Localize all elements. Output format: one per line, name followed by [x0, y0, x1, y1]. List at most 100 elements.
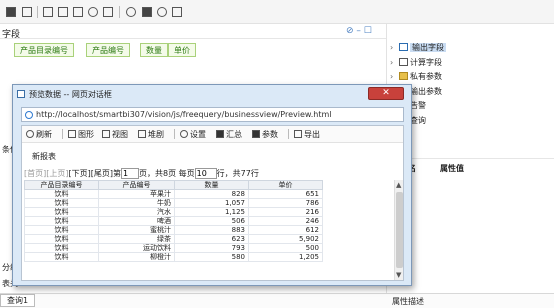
chart-icon[interactable]: [73, 7, 83, 17]
export-button[interactable]: 导出: [294, 129, 320, 140]
table-row[interactable]: 饮料 柳橙汁 580 1,205: [24, 252, 323, 262]
refresh-icon: [26, 130, 34, 138]
table-cell: 饮料: [24, 234, 99, 244]
url-text: http://localhost/smartbi307/vision/js/fr…: [36, 110, 332, 119]
export-icon[interactable]: [172, 7, 182, 17]
col-header-product-id[interactable]: 产品编号: [98, 180, 175, 190]
table-cell: 5,902: [248, 234, 323, 244]
report-title: 新报表: [32, 152, 56, 161]
scroll-up-icon[interactable]: ▲: [396, 181, 401, 189]
table-cell: 啤酒: [98, 216, 175, 226]
filter-icon: [399, 43, 408, 51]
table-cell: 216: [248, 207, 323, 217]
table-cell: 623: [174, 234, 249, 244]
table-cell: 苹果汁: [98, 189, 175, 199]
table-cell: 牛奶: [98, 198, 175, 208]
col-header-category-id[interactable]: 产品目录编号: [24, 180, 99, 190]
table-row[interactable]: 饮料 苹果汁 828 651: [24, 189, 323, 199]
summary-button[interactable]: 汇总: [216, 129, 242, 140]
preview-dialog: 预览数据 -- 网页对话框 ✕ http://localhost/smartbi…: [12, 84, 412, 286]
first-page-link[interactable]: [首页]: [24, 169, 46, 178]
vertical-scrollbar[interactable]: ▲ ▼: [394, 180, 403, 280]
table-cell: 1,125: [174, 207, 249, 217]
bottom-bar: [0, 293, 554, 308]
page-number-input[interactable]: [121, 168, 139, 179]
chart-button[interactable]: 图形: [68, 129, 94, 140]
table-cell: 1,205: [248, 252, 323, 262]
table-cell: 246: [248, 216, 323, 226]
table-cell: 饮料: [24, 198, 99, 208]
table-cell: 883: [174, 225, 249, 235]
layout-icon[interactable]: [43, 7, 53, 17]
table-row[interactable]: 饮料 啤酒 506 246: [24, 216, 323, 226]
view-button[interactable]: 视图: [102, 129, 128, 140]
params-button[interactable]: 参数: [252, 129, 278, 140]
panel-divider: [0, 38, 386, 39]
save-as-icon[interactable]: [22, 7, 32, 17]
rows-info: 行，共77行: [216, 169, 259, 178]
table-row[interactable]: 饮料 绿茶 623 5,902: [24, 234, 323, 244]
gear-icon: [180, 130, 188, 138]
tree-item-private-params[interactable]: › 私有参数: [390, 71, 442, 83]
field-chip-category-id[interactable]: 产品目录编号: [14, 43, 74, 57]
stack-button[interactable]: 堆剧: [138, 129, 164, 140]
scroll-thumb[interactable]: [396, 192, 403, 268]
field-chip-quantity[interactable]: 数量: [140, 43, 168, 57]
table-row[interactable]: 饮料 牛奶 1,057 786: [24, 198, 323, 208]
settings-button[interactable]: 设置: [180, 129, 206, 140]
window-icon: [17, 90, 25, 98]
table-cell: 793: [174, 243, 249, 253]
table-cell: 蜜桃汁: [98, 225, 175, 235]
table-cell: 饮料: [24, 189, 99, 199]
property-divider: [387, 158, 554, 159]
address-bar[interactable]: http://localhost/smartbi307/vision/js/fr…: [21, 107, 404, 122]
toolbar-divider: [174, 129, 175, 139]
close-button[interactable]: ✕: [368, 87, 404, 100]
property-description-label: 属性描述: [392, 297, 424, 306]
field-chip-unit-price[interactable]: 单价: [168, 43, 196, 57]
toolbar-divider: [37, 6, 38, 18]
table-cell: 汽水: [98, 207, 175, 217]
search-icon[interactable]: [126, 7, 136, 17]
table-body: 饮料 苹果汁 828 651 饮料 牛奶 1,057 786 饮料 汽水 1,125 216 饮料 啤酒 5…: [24, 189, 323, 262]
panel-window-controls[interactable]: ⊘ – ☐: [346, 26, 372, 36]
last-page-link[interactable]: [尾页]: [91, 169, 113, 178]
table-cell: 饮料: [24, 225, 99, 235]
table-cell: 柳橙汁: [98, 252, 175, 262]
table-cell: 506: [174, 216, 249, 226]
dialog-title: 预览数据 -- 网页对话框: [29, 90, 112, 99]
table-row[interactable]: 饮料 汽水 1,125 216: [24, 207, 323, 217]
table-cell: 786: [248, 198, 323, 208]
next-page-link[interactable]: [下页]: [69, 169, 91, 178]
settings-icon[interactable]: [88, 7, 98, 17]
refresh-button[interactable]: 刷新: [26, 129, 52, 140]
export-icon: [294, 130, 302, 138]
ie-icon: [25, 111, 33, 119]
rows-per-page-input[interactable]: [194, 168, 217, 179]
scroll-down-icon[interactable]: ▼: [396, 271, 401, 279]
col-header-unit-price[interactable]: 单价: [248, 180, 323, 190]
tree-item-output-fields[interactable]: › 输出字段: [390, 42, 446, 54]
field-chip-product-id[interactable]: 产品编号: [86, 43, 130, 57]
col-header-quantity[interactable]: 数量: [174, 180, 249, 190]
table-icon[interactable]: [58, 7, 68, 17]
tab-query-1[interactable]: 查询1: [0, 294, 36, 307]
table-row[interactable]: 饮料 运动饮料 793 500: [24, 243, 323, 253]
table-row[interactable]: 饮料 蜜桃汁 883 612: [24, 225, 323, 235]
prev-page-link[interactable]: [上页]: [46, 169, 68, 178]
question-icon: [252, 130, 260, 138]
toolbar-divider: [288, 129, 289, 139]
page-info: 页，共8页 每页: [139, 169, 195, 178]
sql-icon[interactable]: [142, 7, 152, 17]
sum-icon: [216, 130, 224, 138]
bar-chart-icon: [68, 130, 76, 138]
data-table-wrap: 产品目录编号 产品编号 数量 单价 饮料 苹果汁 828 651 饮料 牛奶 1,057 78…: [24, 180, 392, 280]
parameters-icon[interactable]: [103, 7, 113, 17]
table-cell: 运动饮料: [98, 243, 175, 253]
clock-icon[interactable]: [157, 7, 167, 17]
folder-icon: [399, 72, 408, 80]
toolbar-divider: [119, 6, 120, 18]
save-icon[interactable]: [6, 7, 16, 17]
tree-item-calc-fields[interactable]: › 计算字段: [390, 57, 442, 69]
calc-icon: [399, 58, 408, 66]
